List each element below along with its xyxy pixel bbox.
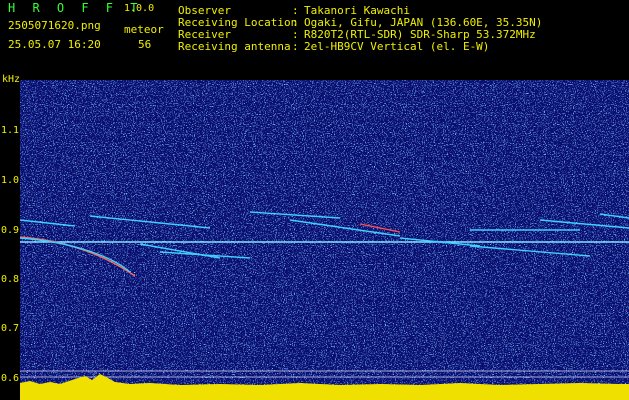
app-version: 1.0.0 [124, 3, 155, 14]
header-panel: H R O F F T 1.0.0 2505071620.png 25.05.0… [0, 0, 629, 85]
timestamp: 25.05.07 16:20 [8, 38, 101, 51]
meteor-count: 56 [138, 38, 152, 51]
spectrogram [20, 80, 629, 400]
noise-speckle [20, 80, 629, 400]
frequency-tick: 0.8 [1, 274, 20, 285]
info-colon: : [292, 40, 299, 53]
frequency-tick: 0.7 [1, 323, 20, 334]
frequency-tick: 1.0 [1, 175, 20, 186]
meteor-label: meteor [124, 23, 164, 36]
info-key-antenna: Receiving antenna [178, 40, 291, 53]
app-title: H R O F F T [8, 1, 143, 15]
frequency-unit-label: kHz [2, 74, 21, 85]
frequency-tick: 0.6 [1, 373, 20, 384]
frequency-tick: 1.1 [1, 125, 20, 136]
file-name: 2505071620.png [8, 19, 101, 32]
frequency-tick: 0.9 [1, 225, 20, 236]
info-value-antenna: 2el-HB9CV Vertical (el. E-W) [304, 40, 490, 53]
